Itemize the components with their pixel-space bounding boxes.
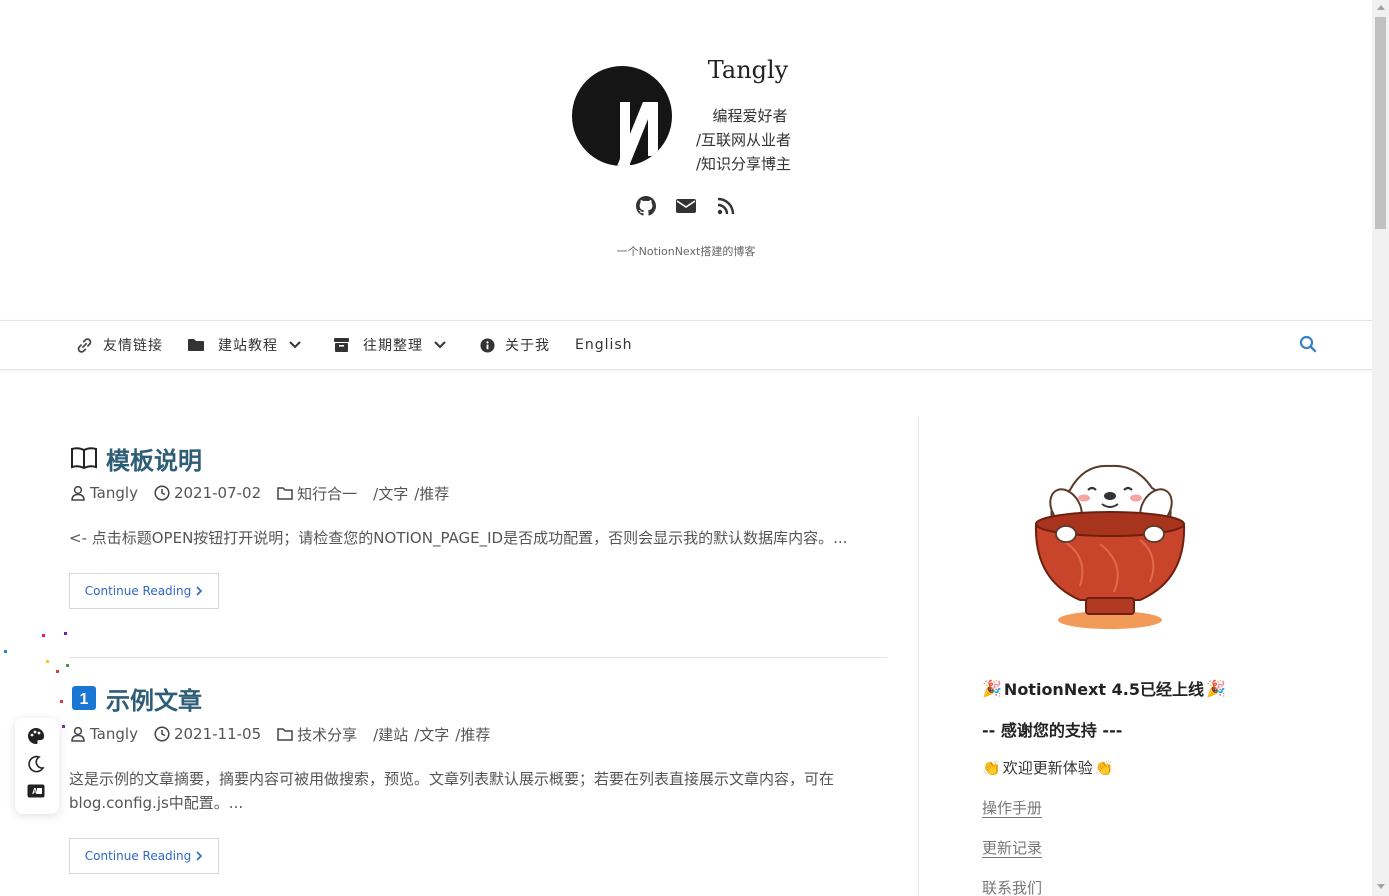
post-title-text[interactable]: 模板说明 — [106, 441, 202, 476]
author-name[interactable]: Tangly — [90, 725, 138, 743]
post-tag[interactable]: /推荐 — [455, 724, 490, 745]
scroll-thumb[interactable] — [1375, 17, 1386, 229]
top-nav: 友情链接 建站教程 往期整理 关于我 English — [0, 320, 1372, 370]
button-label: Continue Reading — [84, 584, 192, 598]
thanks-text: -- 感谢您的支持 --- — [982, 721, 1123, 740]
post-tag[interactable]: /建站 — [373, 724, 408, 745]
link-icon — [77, 337, 92, 353]
bio-line: 编程爱好者 — [712, 107, 788, 125]
post-author[interactable]: Tangly — [70, 725, 138, 743]
post-date: 2021-11-05 — [154, 725, 261, 743]
post-excerpt: 这是示例的文章摘要，摘要内容可被用做搜索，预览。文章列表默认展示概要；若要在列表… — [69, 770, 835, 812]
nav-item-english[interactable]: English — [575, 334, 633, 356]
search-icon[interactable] — [1299, 335, 1317, 357]
archive-icon — [334, 338, 349, 352]
chevron-down-icon — [289, 341, 301, 349]
translate-icon[interactable]: A — [25, 780, 47, 802]
announcement-title: 🎉 NotionNext 4.5已经上线 🎉 — [982, 676, 1226, 700]
site-description: 一个NotionNext搭建的博客 — [616, 245, 756, 258]
clapping-hands-icon: 👏 — [982, 758, 1001, 777]
date-text: 2021-07-02 — [173, 484, 262, 502]
column-divider — [918, 416, 919, 896]
rss-icon[interactable] — [714, 194, 738, 218]
site-title[interactable]: Tangly — [698, 56, 798, 84]
post-excerpt: <- 点击标题OPEN按钮打开说明；请检查您的NOTION_PAGE_ID是否成… — [69, 529, 848, 547]
welcome-text: 👏 欢迎更新体验 👏 — [982, 757, 1113, 778]
bio: 编程爱好者 /互联网从业者 /知识分享博主 — [690, 104, 810, 176]
changelog-link[interactable]: 更新记录 — [982, 837, 1042, 858]
post-tag[interactable]: /文字 — [373, 483, 408, 504]
welcome-label: 欢迎更新体验 — [1002, 759, 1093, 777]
post-author[interactable]: Tangly — [70, 484, 138, 502]
post-meta: Tangly 2021-07-02 知行合一 /文字 /推荐 — [70, 482, 455, 504]
folder-icon — [188, 339, 204, 351]
page-scrollbar[interactable] — [1372, 0, 1389, 896]
moon-icon[interactable] — [25, 753, 47, 775]
scroll-down-arrow[interactable] — [1377, 884, 1385, 889]
nav-label: 友情链接 — [103, 338, 163, 354]
user-icon — [71, 485, 85, 501]
svg-text:1: 1 — [80, 691, 89, 708]
post-title-text[interactable]: 示例文章 — [106, 681, 202, 716]
nav-label: 建站教程 — [218, 338, 278, 354]
post-tag[interactable]: /文字 — [414, 724, 449, 745]
nav-label: 往期整理 — [363, 338, 423, 354]
book-icon — [70, 445, 98, 471]
dog-in-bowl-illustration — [1030, 460, 1200, 640]
chevron-right-icon — [196, 851, 203, 861]
palette-icon[interactable] — [25, 725, 47, 747]
nav-item-about[interactable]: 关于我 — [480, 334, 550, 356]
site-header: Tangly 编程爱好者 /互联网从业者 /知识分享博主 一个NotionNex… — [0, 0, 1372, 320]
post-title[interactable]: 模板说明 — [70, 441, 202, 476]
chevron-down-icon — [434, 341, 446, 349]
chevron-right-icon — [196, 586, 203, 596]
bio-line: /知识分享博主 — [696, 155, 792, 173]
post-tag[interactable]: /推荐 — [414, 483, 449, 504]
avatar[interactable] — [572, 66, 672, 166]
info-icon — [480, 337, 495, 353]
continue-reading-button[interactable]: Continue Reading — [69, 838, 219, 874]
clock-icon — [154, 726, 170, 742]
folder-icon — [277, 728, 293, 741]
github-icon[interactable] — [634, 194, 658, 218]
scroll-up-arrow[interactable] — [1377, 5, 1385, 10]
contact-link[interactable]: 联系我们 — [982, 877, 1042, 896]
category-text[interactable]: 技术分享 — [297, 724, 357, 745]
party-popper-icon: 🎉 — [1205, 678, 1226, 698]
button-label: Continue Reading — [84, 849, 192, 863]
post-title[interactable]: 1 示例文章 — [70, 681, 202, 716]
nav-label: 关于我 — [505, 338, 550, 354]
nav-item-archive[interactable]: 往期整理 — [334, 334, 447, 356]
post-meta: Tangly 2021-11-05 技术分享 /建站 /文字 /推荐 — [70, 723, 496, 745]
bio-line: /互联网从业者 — [696, 131, 792, 149]
floating-toolbar: A — [15, 718, 59, 814]
nav-item-tutorials[interactable]: 建站教程 — [188, 334, 302, 356]
continue-reading-button[interactable]: Continue Reading — [69, 573, 219, 609]
nav-item-links[interactable]: 友情链接 — [76, 334, 163, 356]
mail-icon[interactable] — [674, 194, 698, 218]
author-name[interactable]: Tangly — [90, 484, 138, 502]
date-text: 2021-11-05 — [173, 725, 262, 743]
manual-link[interactable]: 操作手册 — [982, 797, 1042, 818]
nav-label: English — [575, 337, 633, 353]
post-divider — [69, 657, 887, 658]
post-category[interactable]: 知行合一 — [277, 483, 357, 504]
post-date: 2021-07-02 — [154, 484, 261, 502]
category-text[interactable]: 知行合一 — [297, 483, 357, 504]
user-icon — [71, 726, 85, 742]
clapping-hands-icon: 👏 — [1094, 758, 1114, 777]
social-links — [634, 194, 744, 218]
post-category[interactable]: 技术分享 — [277, 724, 357, 745]
party-popper-icon: 🎉 — [982, 678, 1002, 698]
folder-icon — [277, 487, 293, 500]
keycap-one-icon: 1 — [70, 685, 98, 711]
clock-icon — [154, 485, 170, 501]
announcement-text: NotionNext 4.5已经上线 — [1003, 680, 1204, 699]
